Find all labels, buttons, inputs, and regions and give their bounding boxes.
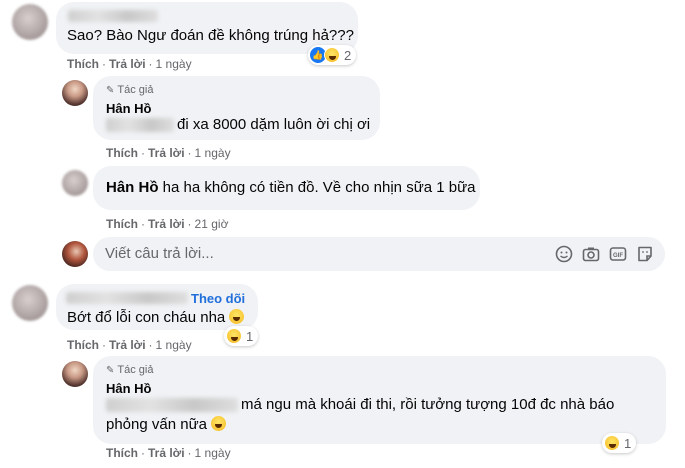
- comment-actions: Thích · Trả lời · 1 ngày: [67, 57, 192, 71]
- comment-text: má ngu mà khoái đi thi, rồi tưởng tượng …: [241, 396, 615, 413]
- comment-text: Bớt đổ lỗi con cháu nha: [67, 308, 245, 328]
- reply-link[interactable]: Trả lời: [109, 338, 146, 352]
- haha-icon: [324, 47, 340, 63]
- reply-box: GIF: [93, 237, 665, 271]
- timestamp[interactable]: 1 ngày: [156, 57, 192, 71]
- haha-icon: [211, 416, 227, 431]
- timestamp[interactable]: 1 ngày: [195, 446, 231, 460]
- timestamp[interactable]: 1 ngày: [195, 146, 231, 160]
- timestamp[interactable]: 1 ngày: [156, 338, 192, 352]
- sticker-icon[interactable]: [636, 245, 654, 263]
- pen-icon: ✎: [106, 85, 115, 96]
- comment-actions: Thích · Trả lời · 21 giờ: [106, 217, 229, 231]
- comment-text: đi xa 8000 dặm luôn ời chị ơi: [177, 116, 371, 133]
- pen-icon: ✎: [106, 365, 115, 376]
- like-link[interactable]: Thích: [106, 446, 138, 460]
- blurred-name: [68, 10, 158, 22]
- author-avatar[interactable]: [62, 80, 88, 106]
- gif-icon[interactable]: GIF: [609, 245, 627, 263]
- blurred-name: [66, 292, 188, 304]
- commenter-avatar[interactable]: [12, 4, 48, 40]
- author-tag: ✎ Tác giả: [106, 364, 154, 376]
- reply-link[interactable]: Trả lời: [109, 57, 146, 71]
- emoji-icon[interactable]: [555, 245, 573, 263]
- reaction-count: 2: [344, 47, 352, 63]
- author-avatar[interactable]: [62, 361, 88, 387]
- like-link[interactable]: Thích: [106, 146, 138, 160]
- reaction-count: 1: [246, 328, 254, 344]
- comment-actions: Thích · Trả lời · 1 ngày: [106, 146, 231, 160]
- author-name[interactable]: Hân Hồ: [106, 179, 159, 196]
- author-name[interactable]: Hân Hồ: [106, 381, 152, 396]
- reaction-summary[interactable]: 1: [602, 433, 637, 453]
- blurred-mention: [106, 398, 238, 412]
- author-tag: ✎ Tác giả: [106, 84, 154, 96]
- comment-actions: Thích · Trả lời · 1 ngày: [67, 338, 192, 352]
- timestamp[interactable]: 21 giờ: [195, 217, 229, 231]
- comment-text: Hân Hồ ha ha không có tiền đồ. Về cho nh…: [106, 179, 476, 196]
- author-name[interactable]: Hân Hồ: [106, 101, 152, 116]
- reaction-count: 1: [624, 435, 632, 451]
- comment-actions: Thích · Trả lời · 1 ngày: [106, 446, 231, 460]
- blurred-mention: [106, 118, 174, 132]
- like-link[interactable]: Thích: [106, 217, 138, 231]
- camera-icon[interactable]: [582, 245, 600, 263]
- reaction-summary[interactable]: 👍 2: [308, 45, 357, 65]
- follow-link[interactable]: Theo dõi: [191, 291, 245, 306]
- like-link[interactable]: Thích: [67, 338, 99, 352]
- comment-text-line2: phỏng vấn nữa: [106, 415, 227, 435]
- reply-link[interactable]: Trả lời: [148, 217, 185, 231]
- commenter-avatar[interactable]: [62, 170, 88, 196]
- haha-icon: [226, 328, 242, 344]
- current-user-avatar[interactable]: [62, 241, 88, 267]
- reaction-summary[interactable]: 1: [224, 326, 259, 346]
- reply-input[interactable]: [105, 245, 525, 262]
- haha-icon: [229, 309, 245, 324]
- svg-text:GIF: GIF: [613, 253, 623, 259]
- like-link[interactable]: Thích: [67, 57, 99, 71]
- comment-text: Sao? Bào Ngư đoán đề không trúng hả???: [67, 27, 354, 44]
- commenter-avatar[interactable]: [12, 285, 48, 321]
- reply-link[interactable]: Trả lời: [148, 446, 185, 460]
- haha-icon: [604, 435, 620, 451]
- reply-link[interactable]: Trả lời: [148, 146, 185, 160]
